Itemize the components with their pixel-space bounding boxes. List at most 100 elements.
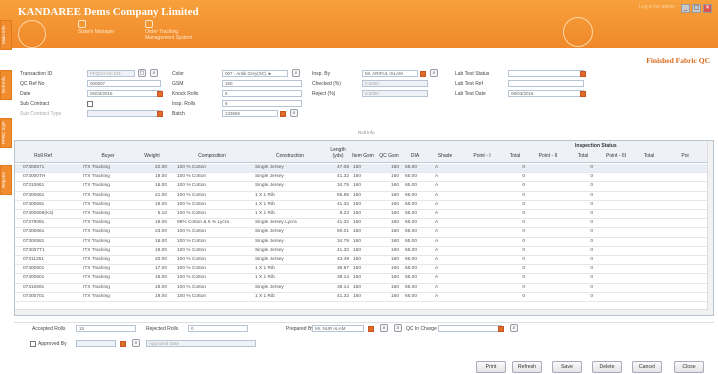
table-cell[interactable]: 1 X 1 Rib bbox=[255, 293, 325, 301]
table-cell[interactable]: Single Jersey bbox=[255, 164, 325, 172]
table-row[interactable]: 07300659(K4) ITX Tracking 5.10 100 % Cotton… bbox=[15, 210, 713, 220]
table-cell[interactable]: 0 bbox=[503, 293, 525, 301]
col-qc-gsm[interactable]: QC Gsm bbox=[377, 153, 401, 159]
table-cell[interactable]: A bbox=[435, 201, 455, 209]
table-cell[interactable]: A bbox=[435, 238, 455, 246]
table-cell[interactable]: Single Jersey bbox=[255, 238, 325, 246]
table-cell[interactable]: 073000TH bbox=[23, 173, 67, 181]
table-cell[interactable]: 160 bbox=[353, 201, 375, 209]
table-cell[interactable]: ITX Tracking bbox=[83, 256, 133, 264]
table-cell[interactable]: 41.32 bbox=[327, 219, 349, 227]
approved-by-search-icon[interactable]: ⌕ bbox=[132, 339, 140, 347]
table-cell[interactable]: 21.00 bbox=[137, 192, 167, 200]
table-cell[interactable]: 16.00 bbox=[137, 182, 167, 190]
table-cell[interactable]: 0 bbox=[503, 238, 525, 246]
table-row[interactable]: 073007T1 ITX Tracking 19.00 100 % Cotton Sin… bbox=[15, 247, 713, 256]
table-cell[interactable]: 160 bbox=[377, 265, 399, 273]
table-cell[interactable]: 160 bbox=[377, 164, 399, 172]
table-cell[interactable]: 160 bbox=[353, 173, 375, 181]
table-cell[interactable]: 100 % Cotton bbox=[177, 293, 249, 301]
table-cell[interactable]: 07310661 bbox=[23, 182, 67, 190]
table-cell[interactable]: 160 bbox=[377, 192, 399, 200]
table-cell[interactable]: A bbox=[435, 219, 455, 227]
table-cell[interactable]: 160 bbox=[353, 293, 375, 301]
table-cell[interactable]: 0 bbox=[503, 210, 525, 218]
table-cell[interactable]: 65.00 bbox=[405, 293, 431, 301]
table-cell[interactable]: 0 bbox=[571, 284, 593, 292]
table-cell[interactable]: 65.00 bbox=[405, 256, 431, 264]
table-cell[interactable]: 65.00 bbox=[405, 201, 431, 209]
table-cell[interactable]: 65.00 bbox=[405, 274, 431, 282]
table-cell[interactable]: 07300601 bbox=[23, 274, 67, 282]
table-cell[interactable]: A bbox=[435, 192, 455, 200]
table-cell[interactable]: 41.32 bbox=[327, 293, 349, 301]
table-cell[interactable]: 0 bbox=[503, 219, 525, 227]
table-cell[interactable]: 41.32 bbox=[327, 173, 349, 181]
table-cell[interactable]: 0 bbox=[571, 192, 593, 200]
table-cell[interactable]: 98% Cotton & 5 % Lycra bbox=[177, 219, 249, 227]
table-row[interactable]: 07300701 ITX Tracking 19.00 100 % Cotton 1 X… bbox=[15, 293, 713, 302]
table-cell[interactable]: 160 bbox=[377, 219, 399, 227]
col-shade[interactable]: Shade bbox=[435, 153, 455, 159]
table-cell[interactable]: 0 bbox=[571, 238, 593, 246]
table-cell[interactable]: 160 bbox=[377, 173, 399, 181]
table-cell[interactable]: 07300659(K4) bbox=[23, 210, 67, 218]
table-cell[interactable]: 1 X 1 Rib bbox=[255, 201, 325, 209]
col-item-gsm[interactable]: Item Gsm bbox=[351, 153, 375, 159]
table-cell[interactable]: 55.85 bbox=[327, 192, 349, 200]
table-cell[interactable]: 160 bbox=[353, 274, 375, 282]
table-cell[interactable]: 0 bbox=[571, 210, 593, 218]
table-cell[interactable]: 1 X 1 Rib bbox=[255, 192, 325, 200]
lab-test-date-dropdown[interactable] bbox=[580, 91, 586, 97]
table-cell[interactable]: 43.49 bbox=[327, 256, 349, 264]
save-button[interactable]: Save bbox=[552, 361, 582, 373]
col-total-2[interactable]: Total bbox=[571, 153, 595, 159]
table-cell[interactable]: 34.79 bbox=[327, 238, 349, 246]
prepared-by-dropdown[interactable] bbox=[368, 326, 374, 332]
table-row[interactable]: 07310691 ITX Tracking 18.00 100 % Cotton Sin… bbox=[15, 284, 713, 293]
table-cell[interactable]: A bbox=[435, 173, 455, 181]
grid-horizontal-scrollbar[interactable] bbox=[15, 309, 709, 315]
table-cell[interactable]: 1 X 1 Rib bbox=[255, 274, 325, 282]
table-cell[interactable]: 41.32 bbox=[327, 247, 349, 255]
col-construction[interactable]: Construction bbox=[255, 153, 325, 159]
table-cell[interactable]: ITX Tracking bbox=[83, 228, 133, 236]
table-cell[interactable]: 100 % Cotton bbox=[177, 210, 249, 218]
color-search-icon[interactable]: ⌕ bbox=[292, 69, 300, 77]
qc-in-charge-field[interactable] bbox=[438, 325, 502, 332]
qc-ref-field[interactable]: 000607 bbox=[87, 80, 161, 87]
table-cell[interactable]: 36.97 bbox=[327, 265, 349, 273]
table-cell[interactable]: 18.00 bbox=[137, 274, 167, 282]
table-cell[interactable]: 160 bbox=[353, 256, 375, 264]
table-cell[interactable]: 100 % Cotton bbox=[177, 228, 249, 236]
table-cell[interactable]: ITX Tracking bbox=[83, 201, 133, 209]
roll-grid[interactable]: Inspection Status Roll Ref Buyer Weight … bbox=[14, 140, 714, 316]
table-cell[interactable]: 39.14 bbox=[327, 284, 349, 292]
table-cell[interactable]: 160 bbox=[377, 228, 399, 236]
insp-by-dropdown[interactable] bbox=[420, 71, 426, 77]
gsm-field[interactable]: 160 bbox=[222, 80, 302, 87]
table-cell[interactable]: 160 bbox=[353, 238, 375, 246]
table-cell[interactable]: 160 bbox=[377, 256, 399, 264]
side-tab-roll-info[interactable]: Roll Info bbox=[0, 70, 12, 100]
table-cell[interactable]: A bbox=[435, 210, 455, 218]
side-tab-ppbc[interactable]: PPBC SQF bbox=[0, 118, 12, 148]
table-cell[interactable]: 47.08 bbox=[327, 164, 349, 172]
prepared-by-search-icon[interactable]: ⌕ bbox=[380, 324, 388, 332]
side-tab-main-info[interactable]: Main Info bbox=[0, 20, 12, 50]
table-cell[interactable]: ITX Tracking bbox=[83, 265, 133, 273]
approved-by-checkbox[interactable] bbox=[30, 341, 36, 347]
table-row[interactable]: 07300651 ITX Tracking 21.00 100 % Cotton 1 X… bbox=[15, 192, 713, 201]
table-cell[interactable]: 100 % Cotton bbox=[177, 274, 249, 282]
table-cell[interactable]: 07300601 bbox=[23, 265, 67, 273]
table-cell[interactable]: 073007T1 bbox=[23, 247, 67, 255]
col-buyer[interactable]: Buyer bbox=[83, 153, 133, 159]
table-cell[interactable]: 100 % Cotton bbox=[177, 201, 249, 209]
table-cell[interactable]: A bbox=[435, 274, 455, 282]
date-field[interactable]: 06/03/2016 bbox=[87, 90, 161, 97]
grid-vertical-scrollbar[interactable] bbox=[707, 141, 713, 315]
col-point-1[interactable]: Point - I bbox=[467, 153, 497, 159]
table-cell[interactable]: 160 bbox=[353, 228, 375, 236]
table-row[interactable]: 07300691 ITX Tracking 19.00 100 % Cotton 1 X… bbox=[15, 201, 713, 210]
table-cell[interactable]: Single Jersey Lycra bbox=[255, 219, 325, 227]
